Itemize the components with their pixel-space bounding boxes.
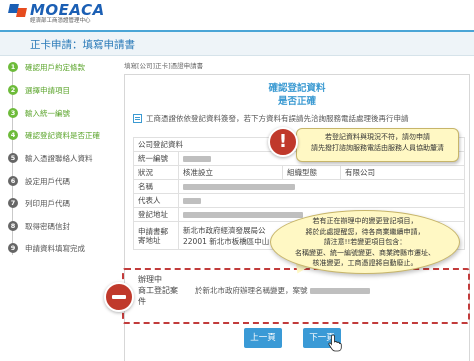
rep-label: 代表人 bbox=[133, 193, 179, 208]
page-title: 正卡申請：填寫申請書 bbox=[30, 39, 135, 51]
pending-change-callout: 若有正在辦理中的變更登記項目， 將於此處提醒您，待各商業繼續申請， 請注意!!若… bbox=[270, 210, 460, 274]
step-label: 取得密碼信封 bbox=[25, 221, 70, 231]
pending-case-value: 於新北市政府辦理名稱變更，案號 bbox=[195, 285, 370, 296]
callout2-line5: 核准變更，工商憑證將自動廢止。 bbox=[312, 259, 418, 267]
step-label: 確認用戶約定條款 bbox=[25, 62, 85, 72]
document-icon bbox=[133, 114, 142, 123]
moeaca-logo: MOEACA 經濟部工商憑證管理中心 bbox=[8, 2, 105, 25]
step-label: 確認登記資料是否正確 bbox=[25, 130, 100, 140]
card-heading-line2: 是否正確 bbox=[277, 96, 316, 107]
sidebar-step-6: 6 設定用戶代碼 bbox=[8, 173, 70, 189]
step-number-badge: 7 bbox=[8, 198, 18, 208]
case-label-line3: 件 bbox=[138, 297, 146, 306]
step-number-badge: 9 bbox=[8, 243, 18, 253]
step-number-badge: 3 bbox=[8, 108, 18, 118]
sidebar-step-7: 7 列印用戶代碼 bbox=[8, 195, 70, 211]
step-number-badge: 4 bbox=[8, 130, 18, 140]
breadcrumb: 填寫[公司]正卡]憑證申請書 bbox=[124, 62, 204, 70]
status-label: 狀況 bbox=[133, 165, 179, 180]
sidebar-step-8: 8 取得密碼信封 bbox=[8, 218, 70, 234]
authority-label: 申請書郵寄地址 bbox=[133, 221, 179, 250]
step-label: 輸入憑證聯絡人資料 bbox=[25, 153, 93, 163]
rep-value bbox=[178, 193, 465, 208]
logo-mark-icon bbox=[8, 2, 28, 20]
name-label: 名稱 bbox=[133, 179, 179, 194]
org-type-value: 有限公司 bbox=[340, 165, 465, 180]
sidebar-step-2: 2 選擇申請項目 bbox=[8, 82, 70, 98]
step-number-badge: 1 bbox=[8, 62, 18, 72]
hand-cursor-icon bbox=[328, 334, 342, 352]
case-label-line2: 商工登記案 bbox=[138, 286, 178, 295]
minus-icon bbox=[104, 282, 134, 312]
callout2-line1: 若有正在辦理中的變更登記項目， bbox=[312, 217, 418, 225]
prev-page-button[interactable]: 上一頁 bbox=[244, 328, 282, 348]
pending-case-label: 辦理中 商工登記案 件 bbox=[138, 274, 178, 307]
logo-subtitle: 經濟部工商憑證管理中心 bbox=[30, 18, 91, 24]
callout2-line4: 名稱變更、統一編號變更、商業跨縣市遷址、 bbox=[295, 248, 435, 257]
step-number-badge: 2 bbox=[8, 85, 18, 95]
table-row: 名稱 bbox=[133, 179, 465, 194]
notice-row: 工商憑證依依登記資料簽發，若下方資料有誤請先洽詢服務電話處理後再行申請 bbox=[133, 113, 409, 124]
status-value: 核准設立 bbox=[178, 165, 283, 180]
org-type-label: 組織型態 bbox=[282, 165, 341, 180]
exclamation-icon: ! bbox=[268, 127, 298, 157]
step-sidebar: 1 確認用戶約定條款 2 選擇申請項目 3 輸入統一編號 4 確認登記資料是否正確 5 輸入憑證聯… bbox=[0, 57, 118, 361]
case-value-text: 於新北市政府辦理名稱變更，案號 bbox=[195, 286, 308, 295]
id-label: 統一編號 bbox=[133, 151, 179, 166]
sidebar-step-1: 1 確認用戶約定條款 bbox=[8, 59, 85, 75]
step-label: 輸入統一編號 bbox=[25, 108, 70, 118]
step-label: 選擇申請項目 bbox=[25, 85, 70, 95]
case-label-line1: 辦理中 bbox=[138, 275, 162, 284]
address-label: 登記地址 bbox=[133, 207, 179, 222]
table-row: 代表人 bbox=[133, 193, 465, 208]
card-heading-line1: 確認登記資料 bbox=[268, 83, 326, 94]
sidebar-step-5: 5 輸入憑證聯絡人資料 bbox=[8, 150, 93, 166]
notice-text: 工商憑證依依登記資料簽發，若下方資料有誤請先洽詢服務電話處理後再行申請 bbox=[146, 114, 409, 123]
sidebar-step-9: 9 申請資料填寫完成 bbox=[8, 240, 85, 256]
name-value bbox=[178, 179, 465, 194]
step-number-badge: 8 bbox=[8, 221, 18, 231]
page-title-bar: 正卡申請：填寫申請書 bbox=[0, 30, 474, 56]
sidebar-step-4: 4 確認登記資料是否正確 bbox=[8, 127, 100, 143]
callout2-line3: 請注意!!若變更項目包含： bbox=[323, 238, 407, 246]
callout2-line2: 將於此處提醒您，待各商業繼續申請， bbox=[305, 227, 425, 236]
step-label: 設定用戶代碼 bbox=[25, 176, 70, 186]
step-label: 列印用戶代碼 bbox=[25, 198, 70, 208]
sidebar-step-3: 3 輸入統一編號 bbox=[8, 105, 70, 121]
mismatch-callout: 若登記資料與現況不符，請勿申請 請先撥打諮詢服務電話由服務人員協助釐清 bbox=[296, 128, 459, 162]
step-number-badge: 6 bbox=[8, 176, 18, 186]
callout1-line1: 若登記資料與現況不符，請勿申請 bbox=[325, 133, 430, 141]
callout1-line2: 請先撥打諮詢服務電話由服務人員協助釐清 bbox=[311, 144, 444, 152]
logo-name: MOEACA bbox=[30, 1, 105, 19]
table-row: 狀況 核准設立 組織型態 有限公司 bbox=[133, 165, 465, 180]
step-label: 申請資料填寫完成 bbox=[25, 243, 85, 253]
step-number-badge: 5 bbox=[8, 153, 18, 163]
